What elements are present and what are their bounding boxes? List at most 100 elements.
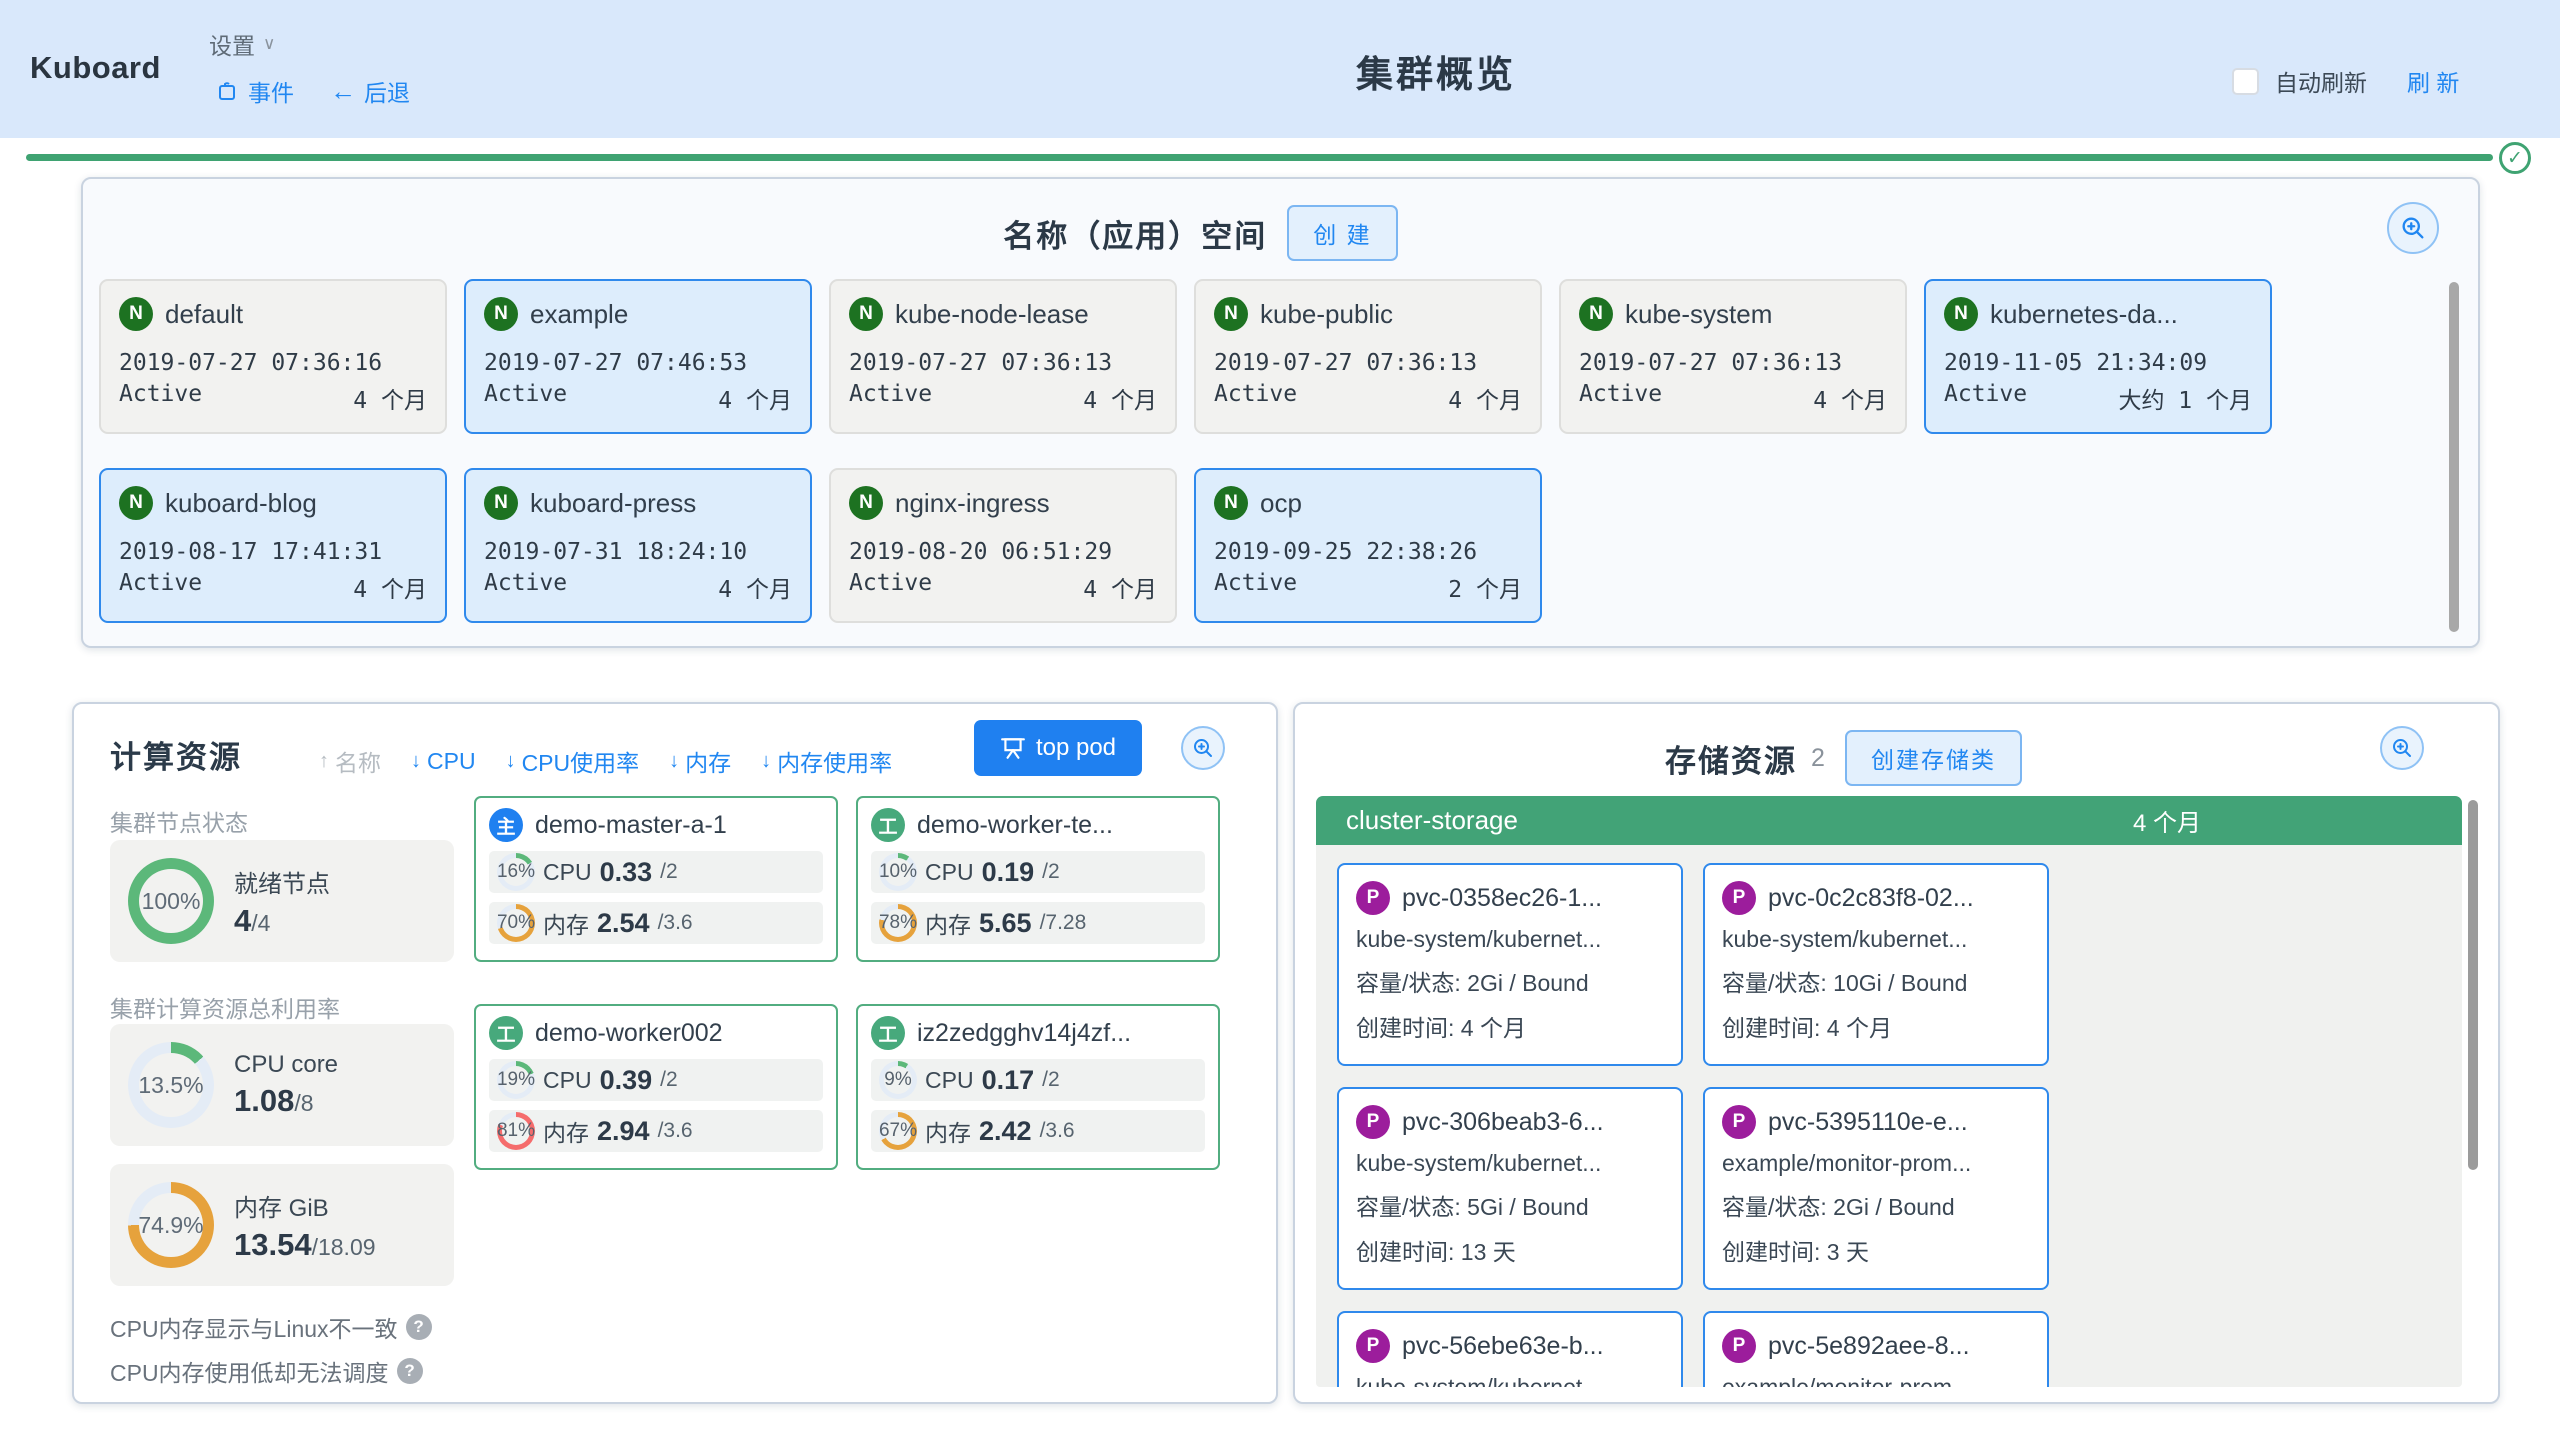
namespace-name: ocp bbox=[1260, 488, 1302, 519]
memory-ring: 81% bbox=[497, 1112, 535, 1150]
pvc-card-5e892aee[interactable]: Ppvc-5e892aee-8... example/monitor-prom.… bbox=[1703, 1311, 2049, 1387]
cpu-ring: 9% bbox=[879, 1061, 917, 1099]
storage-class-block: cluster-storage 4 个月 Ppvc-0358ec26-1... … bbox=[1316, 796, 2462, 1387]
refresh-button[interactable]: 刷 新 bbox=[2407, 64, 2459, 98]
node-card-demo-master-a-1[interactable]: 主 demo-master-a-1 16% CPU 0.33/2 70% 内存 … bbox=[474, 796, 838, 962]
storage-zoom-in-button[interactable] bbox=[2380, 726, 2424, 770]
namespace-badge-icon: N bbox=[484, 486, 518, 520]
help-icon[interactable]: ? bbox=[406, 1314, 432, 1340]
node-ready-total: /4 bbox=[251, 910, 270, 936]
node-cpu-row: 10% CPU 0.19/2 bbox=[871, 851, 1205, 893]
namespaces-panel: 名称（应用）空间 创 建 Ndefault 2019-07-27 07:36:1… bbox=[81, 177, 2480, 648]
back-arrow-icon: ← bbox=[330, 76, 356, 107]
namespace-status: Active bbox=[849, 381, 932, 415]
status-divider-bar bbox=[26, 154, 2493, 161]
storage-class-header[interactable]: cluster-storage 4 个月 bbox=[1316, 796, 2462, 845]
sort-by-memory[interactable]: ↓内存 bbox=[669, 744, 731, 778]
pvc-created-label: 创建时间: bbox=[1722, 1239, 1820, 1265]
namespace-card-kubernetes-dashboard[interactable]: Nkubernetes-da... 2019-11-05 21:34:09 Ac… bbox=[1924, 279, 2272, 434]
namespace-created: 2019-07-31 18:24:10 bbox=[484, 539, 792, 565]
sort-down-icon: ↓ bbox=[506, 750, 516, 773]
namespace-status: Active bbox=[484, 381, 567, 415]
namespace-age: 4 个月 bbox=[1813, 381, 1887, 415]
sort-by-cpu[interactable]: ↓CPU bbox=[411, 744, 476, 778]
node-memory-row: 67% 内存 2.42/3.6 bbox=[871, 1110, 1205, 1152]
namespace-name: nginx-ingress bbox=[895, 488, 1050, 519]
pvc-created: 13 天 bbox=[1461, 1239, 1516, 1265]
namespaces-scrollbar[interactable] bbox=[2449, 282, 2459, 632]
refresh-controls: 自动刷新 刷 新 bbox=[2232, 64, 2459, 98]
back-link[interactable]: ← 后退 bbox=[330, 74, 410, 108]
namespace-created: 2019-07-27 07:46:53 bbox=[484, 350, 792, 376]
sort-by-name[interactable]: ↑名称 bbox=[319, 744, 381, 778]
create-storage-class-button[interactable]: 创建存储类 bbox=[1845, 730, 2022, 786]
namespace-created: 2019-07-27 07:36:16 bbox=[119, 350, 427, 376]
memory-ring: 70% bbox=[497, 904, 535, 942]
sort-by-memory-usage[interactable]: ↓内存使用率 bbox=[761, 744, 892, 778]
chevron-down-icon: ∨ bbox=[263, 34, 275, 54]
namespace-name: kubernetes-da... bbox=[1990, 299, 2178, 330]
namespace-card-kube-public[interactable]: Nkube-public 2019-07-27 07:36:13 Active4… bbox=[1194, 279, 1542, 434]
pvc-created-label: 创建时间: bbox=[1356, 1239, 1454, 1265]
pvc-card-5395110e[interactable]: Ppvc-5395110e-e... example/monitor-prom.… bbox=[1703, 1087, 2049, 1290]
namespaces-zoom-in-button[interactable] bbox=[2387, 202, 2439, 254]
compute-sort-bar: ↑名称 ↓CPU ↓CPU使用率 ↓内存 ↓内存使用率 bbox=[319, 744, 892, 778]
namespace-card-default[interactable]: Ndefault 2019-07-27 07:36:16 Active4 个月 bbox=[99, 279, 447, 434]
namespace-status: Active bbox=[484, 570, 567, 604]
top-pod-button[interactable]: top pod bbox=[974, 720, 1142, 776]
namespace-age: 4 个月 bbox=[1448, 381, 1522, 415]
create-namespace-button[interactable]: 创 建 bbox=[1287, 205, 1397, 261]
cpu-total: /8 bbox=[294, 1090, 313, 1116]
namespace-card-ocp[interactable]: Nocp 2019-09-25 22:38:26 Active2 个月 bbox=[1194, 468, 1542, 623]
namespace-badge-icon: N bbox=[119, 486, 153, 520]
node-card-demo-worker002[interactable]: 工 demo-worker002 19% CPU 0.39/2 81% 内存 2… bbox=[474, 1004, 838, 1170]
pvc-badge-icon: P bbox=[1722, 1105, 1756, 1139]
namespace-card-kuboard-press[interactable]: Nkuboard-press 2019-07-31 18:24:10 Activ… bbox=[464, 468, 812, 623]
node-card-demo-worker-te[interactable]: 工 demo-worker-te... 10% CPU 0.19/2 78% 内… bbox=[856, 796, 1220, 962]
pvc-capacity-label: 容量/状态: bbox=[1722, 1194, 1827, 1220]
namespace-created: 2019-07-27 07:36:13 bbox=[1214, 350, 1522, 376]
memory-value: 13.54 bbox=[234, 1227, 312, 1262]
namespace-card-kube-node-lease[interactable]: Nkube-node-lease 2019-07-27 07:36:13 Act… bbox=[829, 279, 1177, 434]
node-ready-ring: 100% bbox=[128, 858, 214, 944]
sort-by-cpu-usage[interactable]: ↓CPU使用率 bbox=[506, 744, 640, 778]
footnote-linux-mismatch: CPU内存显示与Linux不一致 ? bbox=[110, 1310, 432, 1344]
namespace-card-nginx-ingress[interactable]: Nnginx-ingress 2019-08-20 06:51:29 Activ… bbox=[829, 468, 1177, 623]
compute-resources-panel: 计算资源 ↑名称 ↓CPU ↓CPU使用率 ↓内存 ↓内存使用率 top pod… bbox=[72, 702, 1278, 1404]
namespace-status: Active bbox=[1579, 381, 1662, 415]
node-card-iz2zedgghv[interactable]: 工 iz2zedgghv14j4zf... 9% CPU 0.17/2 67% … bbox=[856, 1004, 1220, 1170]
namespace-name: kube-node-lease bbox=[895, 299, 1089, 330]
namespace-created: 2019-08-17 17:41:31 bbox=[119, 539, 427, 565]
pvc-capacity-label: 容量/状态: bbox=[1356, 970, 1461, 996]
board-icon bbox=[1000, 735, 1026, 761]
pvc-card-56ebe63e[interactable]: Ppvc-56ebe63e-b... kube-system/kubernet.… bbox=[1337, 1311, 1683, 1387]
cpu-value: 1.08 bbox=[234, 1083, 294, 1118]
namespace-age: 4 个月 bbox=[1083, 381, 1157, 415]
storage-title: 存储资源 bbox=[1665, 736, 1797, 781]
worker-node-badge-icon: 工 bbox=[489, 1016, 523, 1050]
events-link[interactable]: 事件 bbox=[216, 74, 294, 108]
pvc-source: kube-system/kubernet... bbox=[1356, 1150, 1664, 1177]
namespace-card-kuboard-blog[interactable]: Nkuboard-blog 2019-08-17 17:41:31 Active… bbox=[99, 468, 447, 623]
compute-zoom-in-button[interactable] bbox=[1181, 726, 1225, 770]
kuboard-cluster-overview: { "colors": { "accent_blue": "#2187f1", … bbox=[0, 0, 2560, 1440]
settings-label: 设置 bbox=[209, 27, 255, 61]
storage-scrollbar[interactable] bbox=[2468, 800, 2478, 1170]
pvc-created: 4 个月 bbox=[1827, 1015, 1892, 1041]
pvc-card-0358ec26[interactable]: Ppvc-0358ec26-1... kube-system/kubernet.… bbox=[1337, 863, 1683, 1066]
pvc-card-0c2c83f8[interactable]: Ppvc-0c2c83f8-02... kube-system/kubernet… bbox=[1703, 863, 2049, 1066]
namespace-created: 2019-09-25 22:38:26 bbox=[1214, 539, 1522, 565]
namespace-badge-icon: N bbox=[119, 297, 153, 331]
namespace-card-kube-system[interactable]: Nkube-system 2019-07-27 07:36:13 Active4… bbox=[1559, 279, 1907, 434]
namespace-age: 4 个月 bbox=[353, 381, 427, 415]
namespace-card-example[interactable]: Nexample 2019-07-27 07:46:53 Active4 个月 bbox=[464, 279, 812, 434]
pvc-card-306beab3[interactable]: Ppvc-306beab3-6... kube-system/kubernet.… bbox=[1337, 1087, 1683, 1290]
pvc-list-area: Ppvc-0358ec26-1... kube-system/kubernet.… bbox=[1316, 845, 2462, 1387]
auto-refresh-checkbox[interactable] bbox=[2232, 68, 2259, 95]
sort-down-icon: ↓ bbox=[761, 750, 771, 773]
help-icon[interactable]: ? bbox=[397, 1358, 423, 1384]
namespace-created: 2019-07-27 07:36:13 bbox=[849, 350, 1157, 376]
node-cpu-row: 9% CPU 0.17/2 bbox=[871, 1059, 1205, 1101]
settings-menu[interactable]: 设置 ∨ bbox=[209, 27, 275, 61]
pvc-created: 4 个月 bbox=[1461, 1015, 1526, 1041]
